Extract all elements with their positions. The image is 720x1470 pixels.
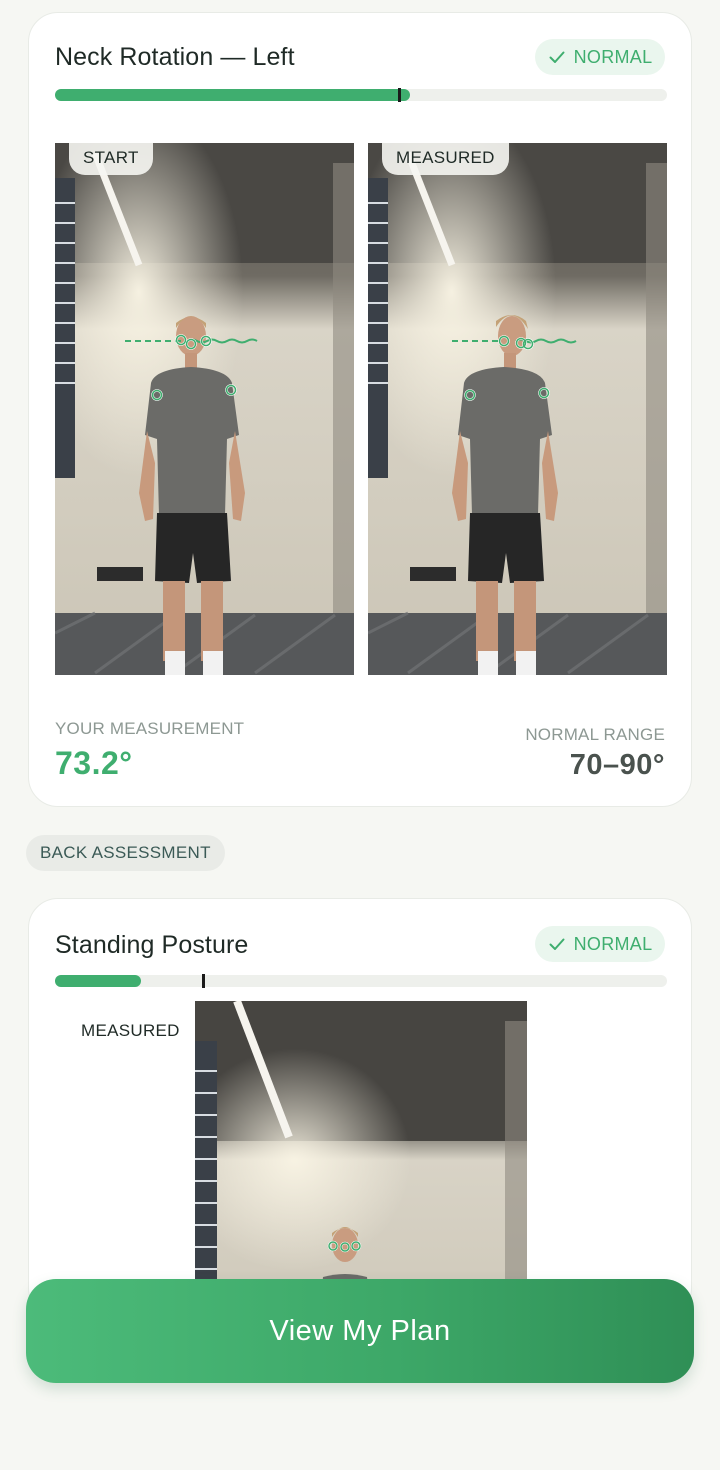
status-badge: NORMAL [535, 39, 665, 75]
your-measurement-value: 73.2° [55, 745, 133, 781]
status-text: NORMAL [573, 933, 653, 954]
your-measurement-label: YOUR MEASUREMENT [55, 719, 245, 738]
normal-range-label: NORMAL RANGE [525, 725, 665, 744]
check-icon [549, 938, 565, 950]
progress-fill [55, 975, 141, 987]
card-title: Standing Posture [55, 931, 249, 959]
progress-bar [55, 88, 667, 102]
progress-bar [55, 974, 667, 988]
person-photo-image [368, 143, 667, 675]
section-chip-back-assessment: BACK ASSESSMENT [26, 835, 225, 871]
status-text: NORMAL [573, 46, 653, 67]
normal-range-value: 70–90° [569, 749, 665, 781]
measured-photo-label: MEASURED [382, 143, 509, 175]
start-photo-label: START [69, 143, 153, 175]
range-marker [397, 88, 401, 102]
range-marker [201, 974, 205, 988]
check-icon [549, 51, 565, 63]
standing-posture-card: Standing Posture NORMAL MEASURED [28, 898, 692, 1318]
view-my-plan-button[interactable]: View My Plan [26, 1279, 694, 1383]
neck-rotation-card: Neck Rotation — Left NORMAL START MEASUR… [28, 12, 692, 807]
card-title: Neck Rotation — Left [55, 43, 295, 71]
person-photo-image [195, 1001, 527, 1317]
status-badge: NORMAL [535, 926, 665, 962]
person-photo-image [55, 143, 354, 675]
progress-fill [55, 89, 410, 101]
measured-label: MEASURED [81, 1021, 180, 1040]
start-photo: START [55, 143, 354, 675]
measured-photo: MEASURED [368, 143, 667, 675]
posture-measured-photo [195, 1001, 527, 1317]
